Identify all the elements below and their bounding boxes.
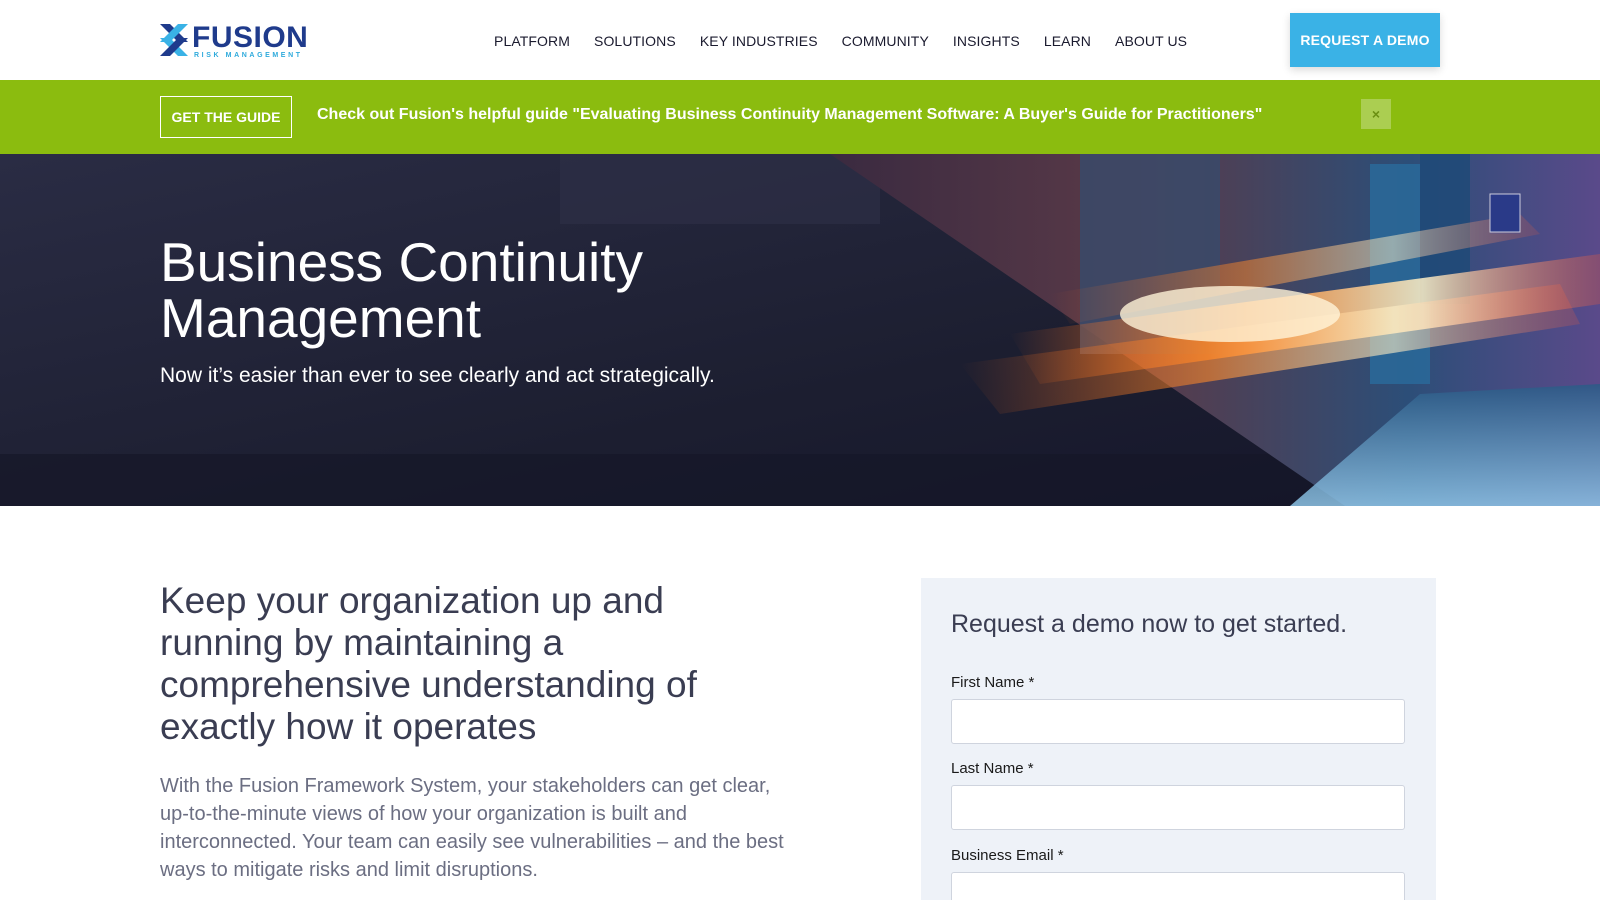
site-header: FUSION RISK MANAGEMENT PLATFORM SOLUTION… <box>0 0 1600 80</box>
business-email-label: Business Email * <box>951 847 1064 864</box>
banner-text[interactable]: Check out Fusion's helpful guide "Evalua… <box>317 106 1262 124</box>
nav-insights[interactable]: INSIGHTS <box>953 33 1020 49</box>
nav-community[interactable]: COMMUNITY <box>842 33 929 49</box>
last-name-field[interactable] <box>951 785 1405 830</box>
nav-key-industries[interactable]: KEY INDUSTRIES <box>700 33 818 49</box>
request-demo-button[interactable]: REQUEST A DEMO <box>1290 13 1440 67</box>
form-title: Request a demo now to get started. <box>951 610 1348 638</box>
hero-title: Business Continuity Management <box>160 231 644 349</box>
first-name-label: First Name * <box>951 674 1035 691</box>
demo-request-form: Request a demo now to get started. First… <box>921 578 1436 900</box>
hero-section: Business Continuity Management Now it’s … <box>0 154 1600 506</box>
logo-wordmark: FUSION <box>192 21 309 54</box>
logo-tagline: RISK MANAGEMENT <box>194 52 303 59</box>
close-icon[interactable]: × <box>1361 99 1391 129</box>
nav-platform[interactable]: PLATFORM <box>494 33 570 49</box>
get-the-guide-button[interactable]: GET THE GUIDE <box>160 96 292 138</box>
last-name-label: Last Name * <box>951 760 1034 777</box>
first-name-field[interactable] <box>951 699 1405 744</box>
nav-learn[interactable]: LEARN <box>1044 33 1091 49</box>
business-email-field[interactable] <box>951 872 1405 900</box>
nav-solutions[interactable]: SOLUTIONS <box>594 33 676 49</box>
nav-about-us[interactable]: ABOUT US <box>1115 33 1187 49</box>
hero-subtitle: Now it’s easier than ever to see clearly… <box>160 364 715 387</box>
fusion-logo[interactable]: FUSION RISK MANAGEMENT <box>160 22 310 62</box>
guide-banner: GET THE GUIDE Check out Fusion's helpful… <box>0 80 1600 154</box>
main-nav: PLATFORM SOLUTIONS KEY INDUSTRIES COMMUN… <box>494 33 1187 49</box>
fusion-x-logo-icon <box>160 24 188 56</box>
section-body: With the Fusion Framework System, your s… <box>160 775 784 881</box>
section-heading: Keep your organization up and running by… <box>160 580 697 747</box>
